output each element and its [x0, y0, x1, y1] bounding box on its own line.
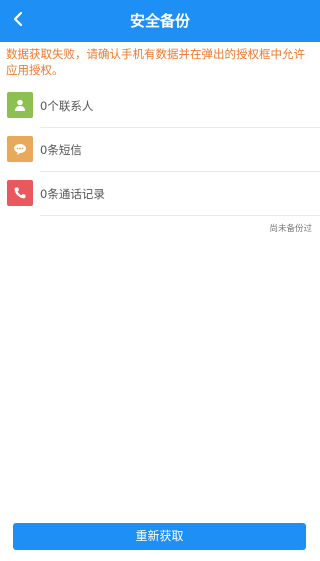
contact-icon	[7, 92, 33, 118]
call-logs-count: 0条通话记录	[40, 187, 105, 201]
list-item-messages[interactable]: 0条短信	[0, 128, 320, 172]
refetch-button[interactable]: 重新获取	[13, 523, 306, 550]
contacts-count: 0个联系人	[40, 99, 94, 113]
list-item-contacts[interactable]: 0个联系人	[0, 84, 320, 128]
page-title: 安全备份	[129, 12, 190, 30]
message-icon	[7, 136, 33, 162]
backup-status: 尚未备份过	[269, 224, 312, 234]
error-message: 数据获取失败，请确认手机有数据并在弹出的授权框中允许应用授权。	[6, 47, 305, 77]
top-bar: 安全备份	[0, 0, 320, 42]
divider	[40, 215, 320, 216]
backup-list: 0个联系人 0条短信 0条通话记录	[0, 84, 320, 216]
messages-count: 0条短信	[40, 143, 82, 157]
list-item-call-logs[interactable]: 0条通话记录	[0, 172, 320, 216]
phone-icon	[7, 180, 33, 206]
